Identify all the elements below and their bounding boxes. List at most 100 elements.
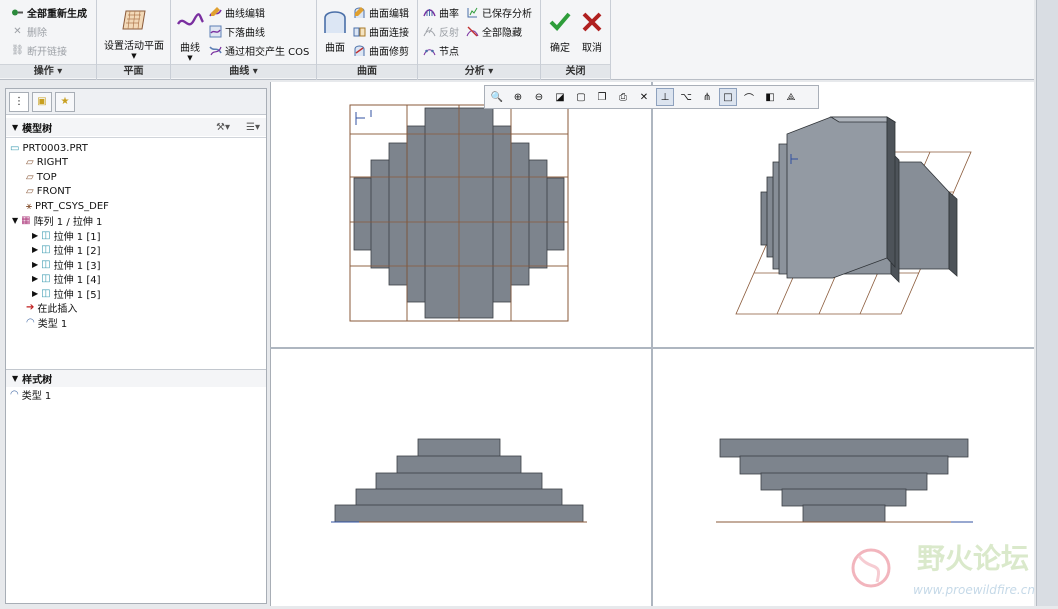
delete-button[interactable]: ✕ 删除 bbox=[11, 24, 47, 39]
zoom-out-button[interactable]: ⊖ bbox=[530, 88, 548, 106]
style-tree-item-type[interactable]: ◠ 类型 1 bbox=[10, 387, 51, 402]
tree-item-front[interactable]: ▱ FRONT bbox=[26, 184, 71, 198]
front-view-viewport[interactable] bbox=[331, 438, 587, 523]
model-tree-tab[interactable]: ⋮ bbox=[9, 91, 29, 112]
csys-icon: ⚹ bbox=[26, 200, 32, 212]
checkmark-icon bbox=[549, 12, 571, 31]
break-link-button[interactable]: ⛓ 断开链接 bbox=[11, 43, 67, 58]
tree-item-insert-here[interactable]: ➔ 在此插入 bbox=[26, 300, 77, 315]
curvature-icon bbox=[423, 9, 436, 17]
operations-group-label[interactable]: 操作 ▾ bbox=[0, 64, 96, 78]
tree-item-extrude-4[interactable]: ▶ ◫ 拉伸 1 [4] bbox=[32, 271, 101, 286]
curve-icon bbox=[176, 13, 204, 26]
node-button[interactable]: 节点 bbox=[423, 43, 459, 58]
datum-display-button[interactable]: ✕ bbox=[635, 88, 653, 106]
tree-item-type[interactable]: ◠ 类型 1 bbox=[26, 315, 67, 330]
isometric-view-viewport[interactable] bbox=[735, 116, 972, 315]
curves-group-label[interactable]: 曲线 ▾ bbox=[171, 64, 316, 78]
layout-button[interactable]: ◧ bbox=[761, 88, 779, 106]
tree-item-top[interactable]: ▱ TOP bbox=[26, 170, 57, 184]
part-front-view bbox=[334, 438, 584, 523]
navigator-pane: ⋮ ▣ ★ ▼ 模型树 ⚒▾ ☰▾ ▭ PRT0003.PRT ▱ RIGHT ▱ T… bbox=[5, 88, 267, 604]
expand-arrow-icon[interactable]: ▼ bbox=[12, 216, 18, 225]
favorites-tab[interactable]: ★ bbox=[55, 91, 75, 112]
zoom-in-button[interactable]: ⊕ bbox=[509, 88, 527, 106]
surface-connect-button[interactable]: 曲面连接 bbox=[353, 24, 409, 39]
watermark-url: www.proewildfire.cn bbox=[913, 583, 1035, 597]
viewports-canvas[interactable]: 野火论坛 www.proewildfire.cn bbox=[271, 82, 1035, 606]
extrude-icon: ◫ bbox=[41, 272, 51, 284]
top-view-viewport[interactable] bbox=[349, 104, 569, 322]
surface-trim-button[interactable]: 曲面修剪 bbox=[353, 43, 409, 58]
style-feature-icon: ◠ bbox=[10, 388, 19, 400]
grid-display-button[interactable]: □ bbox=[719, 88, 737, 106]
refit-button[interactable]: 🔍 bbox=[488, 88, 506, 106]
expand-arrow-icon[interactable]: ▶ bbox=[32, 245, 38, 254]
horizontal-splitter[interactable] bbox=[270, 347, 1034, 349]
plane-group: 设置活动平面 ▼ 平面 bbox=[97, 0, 171, 80]
grid-display-icon: □ bbox=[723, 91, 733, 103]
expand-arrow-icon[interactable]: ▶ bbox=[32, 289, 38, 298]
side-view-viewport[interactable] bbox=[716, 438, 973, 523]
tree-icon: ⋮ bbox=[14, 96, 24, 107]
display-style-button[interactable]: ▢ bbox=[572, 88, 590, 106]
surface-edit-button[interactable]: 曲面编辑 bbox=[353, 5, 409, 20]
cancel-button[interactable]: 取消 bbox=[577, 8, 607, 54]
zoom-out-icon: ⊖ bbox=[534, 91, 544, 103]
style-view-button[interactable]: ⟁ bbox=[782, 88, 800, 106]
tree-item-extrude-5[interactable]: ▶ ◫ 拉伸 1 [5] bbox=[32, 286, 101, 301]
datum-plane-icon: ▱ bbox=[26, 185, 34, 197]
surface-group: 曲面 曲面编辑 曲面连接 曲面修剪 曲面 bbox=[317, 0, 418, 80]
hide-all-button[interactable]: 全部隐藏 bbox=[466, 24, 522, 39]
saved-views-button[interactable]: ❐ bbox=[593, 88, 611, 106]
intersect-cos-button[interactable]: 通过相交产生 COS bbox=[209, 43, 309, 58]
tree-item-extrude-1[interactable]: ▶ ◫ 拉伸 1 [1] bbox=[32, 228, 101, 243]
expand-arrow-icon[interactable]: ▶ bbox=[32, 260, 38, 269]
tree-item-pattern[interactable]: ▼ ▦ 阵列 1 / 拉伸 1 bbox=[12, 213, 102, 228]
reflection-button[interactable]: 反射 bbox=[423, 24, 459, 39]
expand-arrow-icon[interactable]: ▶ bbox=[32, 274, 38, 283]
regenerate-icon bbox=[12, 9, 23, 16]
saved-analysis-button[interactable]: 已保存分析 bbox=[466, 5, 532, 20]
axis-display-button[interactable]: ⌥ bbox=[677, 88, 695, 106]
extrude-icon: ◫ bbox=[41, 258, 51, 270]
csys-triad-icon bbox=[355, 110, 372, 125]
columns-icon[interactable]: ☰▾ bbox=[246, 122, 260, 133]
curvature-button[interactable]: 曲率 bbox=[423, 5, 459, 20]
repaint-button[interactable]: ◪ bbox=[551, 88, 569, 106]
tree-item-right[interactable]: ▱ RIGHT bbox=[26, 155, 68, 169]
curvature-display-icon: ⌒ bbox=[744, 93, 754, 105]
plane-display-button[interactable]: ⊥ bbox=[656, 88, 674, 106]
curve-edit-icon bbox=[209, 7, 222, 17]
tree-root[interactable]: ▭ PRT0003.PRT bbox=[10, 141, 88, 155]
set-active-plane-button[interactable]: 设置活动平面 ▼ bbox=[101, 6, 167, 60]
curvature-display-button[interactable]: ⌒ bbox=[740, 88, 758, 106]
surface-button[interactable]: 曲面 bbox=[320, 8, 350, 54]
curve-button[interactable]: 曲线 ▼ bbox=[175, 8, 205, 62]
star-folder-icon: ★ bbox=[60, 96, 70, 107]
right-scrollbar[interactable] bbox=[1036, 0, 1058, 606]
analysis-group-label[interactable]: 分析 ▾ bbox=[418, 64, 540, 78]
tree-item-extrude-3[interactable]: ▶ ◫ 拉伸 1 [3] bbox=[32, 257, 101, 272]
settings-icon[interactable]: ⚒▾ bbox=[216, 122, 230, 133]
tree-item-extrude-2[interactable]: ▶ ◫ 拉伸 1 [2] bbox=[32, 242, 101, 257]
view-manager-button[interactable]: ⎙ bbox=[614, 88, 632, 106]
regenerate-all-button[interactable]: 全部重新生成 bbox=[11, 5, 87, 20]
expand-arrow-icon[interactable]: ▶ bbox=[32, 231, 38, 240]
axis-display-icon: ⌥ bbox=[680, 91, 692, 103]
style-tree-header: ▼ 样式树 bbox=[6, 369, 266, 387]
point-display-button[interactable]: ⋔ bbox=[698, 88, 716, 106]
surface-group-label: 曲面 bbox=[317, 64, 417, 78]
tree-item-csys[interactable]: ⚹ PRT_CSYS_DEF bbox=[26, 199, 109, 213]
ok-button[interactable]: 确定 bbox=[545, 8, 575, 54]
reflection-icon bbox=[423, 26, 436, 37]
chevron-down-icon: ▼ bbox=[187, 54, 193, 62]
collapse-arrow-icon[interactable]: ▼ bbox=[12, 374, 18, 383]
curve-edit-button[interactable]: 曲线编辑 bbox=[209, 5, 265, 20]
drop-curve-button[interactable]: 下落曲线 bbox=[209, 24, 265, 39]
collapse-arrow-icon[interactable]: ▼ bbox=[12, 123, 18, 132]
datum-display-icon: ✕ bbox=[639, 91, 649, 103]
folder-browser-tab[interactable]: ▣ bbox=[32, 91, 52, 112]
vertical-splitter[interactable] bbox=[651, 82, 653, 606]
surface-edit-icon bbox=[354, 7, 365, 18]
